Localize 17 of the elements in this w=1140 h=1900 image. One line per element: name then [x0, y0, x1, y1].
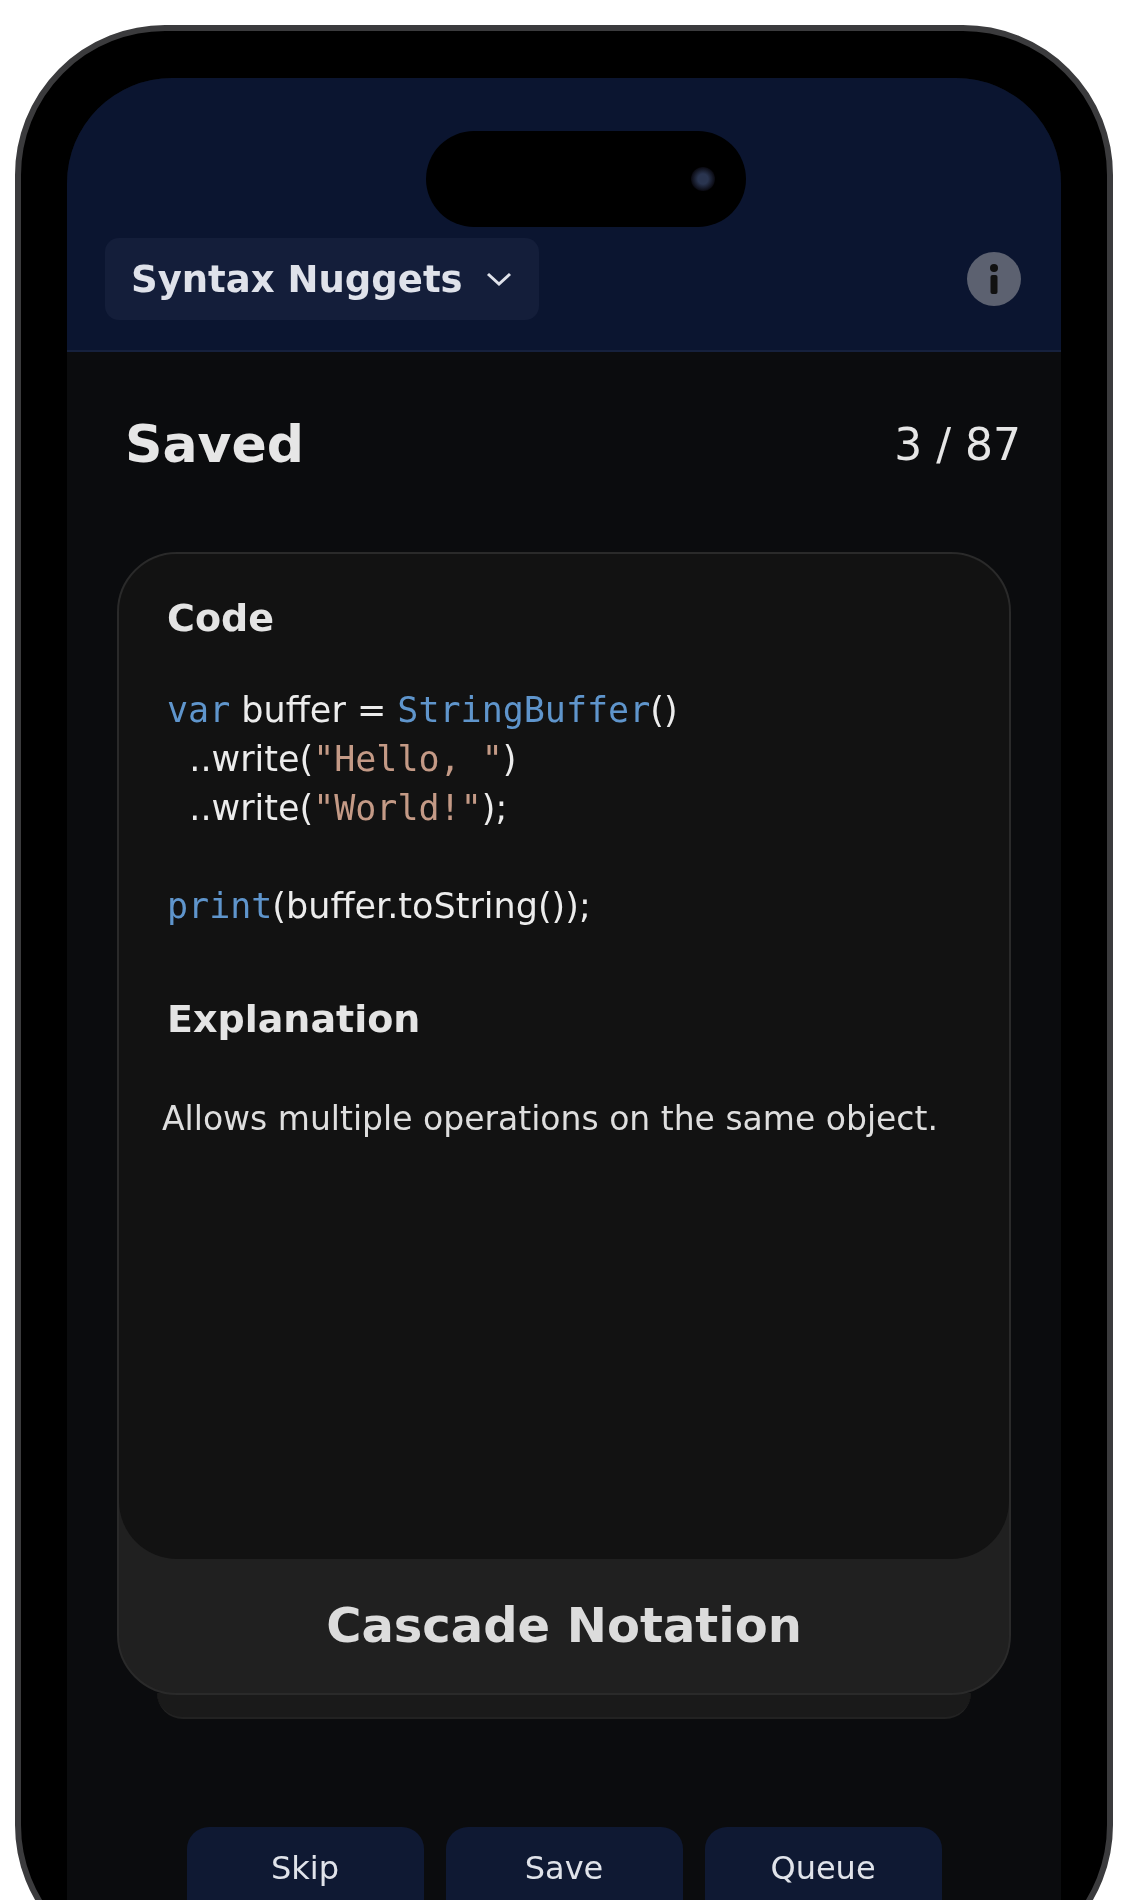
code-line: var buffer = StringBuffer(): [167, 690, 679, 732]
action-button[interactable]: Queue: [704, 1827, 942, 1900]
screen-title: Saved: [125, 414, 304, 474]
code-line: ..write("World!");: [188, 788, 509, 830]
action-button[interactable]: Skip: [186, 1827, 424, 1900]
explanation-text: Allows multiple operations on the same object.: [162, 1099, 939, 1138]
section-heading: Explanation: [167, 997, 422, 1041]
deck-dropdown[interactable]: Syntax Nuggets: [105, 238, 539, 320]
section-heading: Code: [167, 596, 275, 640]
info-icon[interactable]: [967, 252, 1021, 306]
card-counter: 3 / 87: [894, 418, 1021, 470]
chevron-down-icon: [484, 270, 513, 288]
card-title: Cascade Notation: [325, 1596, 803, 1655]
flash-card[interactable]: Code var buffer = StringBuffer() ..write("Hello, ") ..write("World!"); print(buffer.toString()); Explanation Allows multiple operations on the same object. Cascade Notation: [117, 552, 1011, 1695]
code-line: print(buffer.toString());: [167, 886, 592, 928]
code-line: ..write("Hello, "): [188, 739, 518, 781]
action-button[interactable]: Save: [445, 1827, 683, 1900]
